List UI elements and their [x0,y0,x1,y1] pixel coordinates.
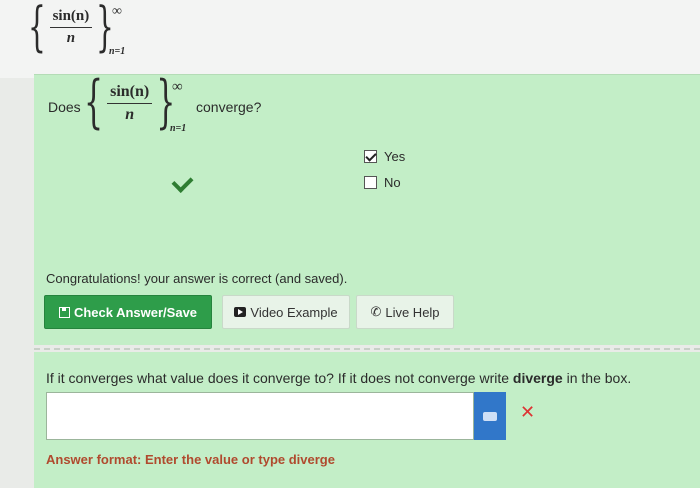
question-two: If it converges what value does it conve… [46,370,631,386]
keyboard-icon [483,411,497,421]
fraction-denominator: n [66,30,76,46]
lower-limit: n=1 [170,123,187,134]
question-two-bold: diverge [512,370,563,386]
fraction-denominator: n [125,106,135,123]
lower-limit: n=1 [109,46,126,57]
question-panel: Does { sin(n) n } ∞ n=1 converge? Yes No… [34,74,700,345]
phone-icon: ✆ [370,304,382,319]
checkbox-yes[interactable] [364,150,377,163]
divider [34,348,700,350]
live-help-button[interactable]: ✆ Live Help [356,295,454,329]
question-suffix: converge? [196,99,262,115]
upper-limit: ∞ [112,4,122,19]
left-brace: { [84,69,104,136]
correct-check-icon [171,171,194,193]
question-two-text-before: If it converges what value does it conve… [46,370,513,386]
feedback-message: Congratulations! your answer is correct … [46,271,348,286]
math-keyboard-button[interactable] [474,392,506,440]
save-icon [58,306,70,318]
header-limits: ∞ n=1 [109,4,125,57]
checkbox-no[interactable] [364,176,377,189]
fraction-numerator: sin(n) [49,8,93,28]
left-brace: { [28,0,46,58]
header-sequence: { sin(n) n } [28,0,114,53]
upper-limit: ∞ [172,79,183,95]
answer-format-hint: Answer format: Enter the value or type d… [46,452,335,467]
incorrect-x-icon: ✕ [520,402,536,422]
video-example-button[interactable]: Video Example [222,295,350,329]
play-icon [234,307,247,317]
option-no-label: No [384,175,401,190]
fraction: sin(n) n [107,83,153,124]
fraction: sin(n) n [49,8,93,47]
answer-input[interactable] [46,392,474,440]
option-yes-label: Yes [384,149,406,164]
check-answer-button[interactable]: Check Answer/Save [44,295,212,329]
answer-panel: If it converges what value does it conve… [34,352,700,488]
option-no[interactable]: No [364,175,401,190]
question-prefix: Does [48,99,81,115]
check-answer-label: Check Answer/Save [73,304,198,320]
video-example-label: Video Example [250,304,338,320]
fraction-numerator: sin(n) [107,83,153,104]
header-area: { sin(n) n } ∞ n=1 [0,0,700,78]
option-yes[interactable]: Yes [364,149,405,164]
live-help-label: Live Help [385,304,440,320]
question-limits: ∞ n=1 [170,79,186,134]
question-sequence: { sin(n) n } [84,74,175,131]
question-two-text-after: in the box. [562,370,632,386]
